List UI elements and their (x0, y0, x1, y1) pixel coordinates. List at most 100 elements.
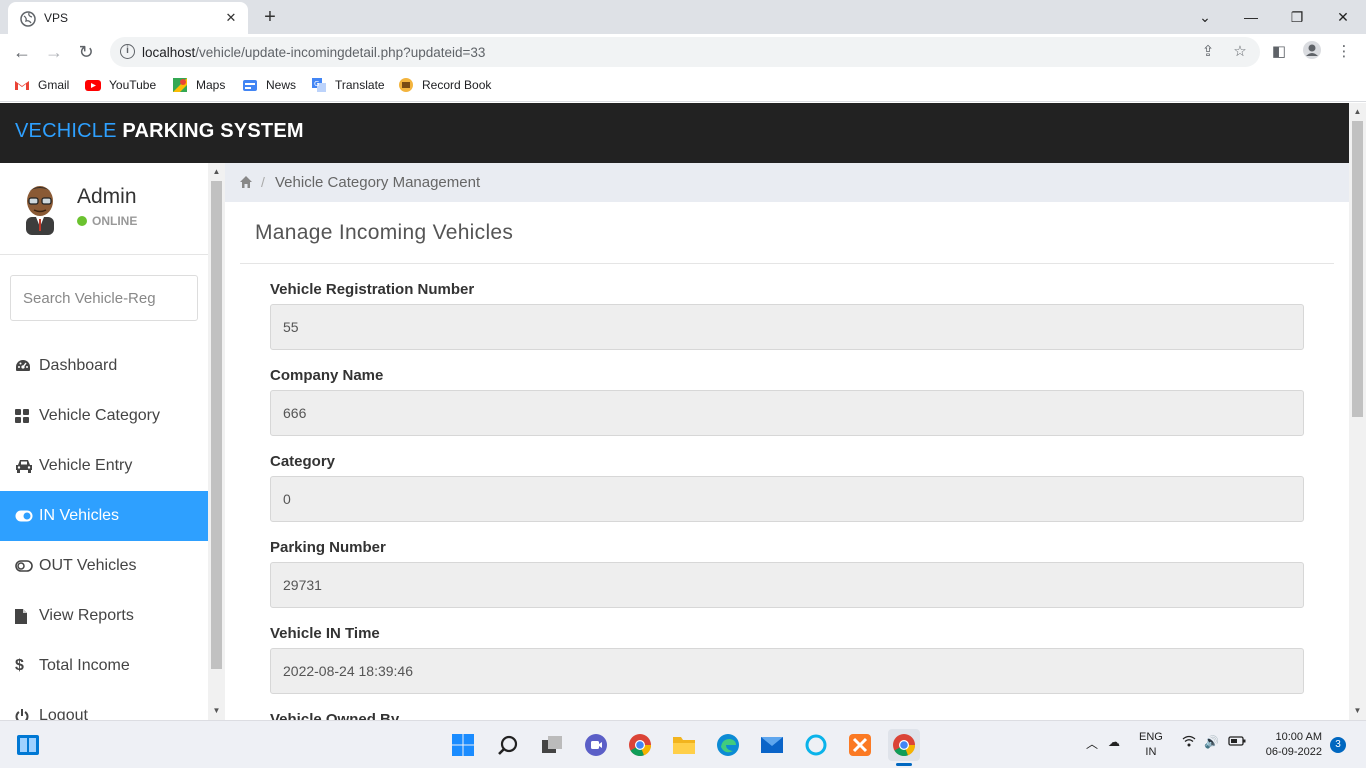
translate-icon: G (312, 78, 326, 92)
bookmark-news[interactable]: News (242, 77, 296, 93)
divider (240, 263, 1334, 264)
parking-number-field[interactable] (270, 562, 1304, 608)
toggle-on-icon (15, 510, 35, 522)
clock-date: 06-09-2022 (1265, 746, 1322, 758)
sidebar-item-view-reports[interactable]: View Reports (0, 591, 208, 641)
vehicle-in-time-field[interactable] (270, 648, 1304, 694)
search-icon[interactable] (492, 729, 524, 761)
bookmark-gmail[interactable]: Gmail (14, 77, 69, 93)
window-close-button[interactable]: ✕ (1320, 3, 1366, 31)
sidebar: Admin ONLINE Dashboard Vehicle Category … (0, 163, 208, 720)
power-icon (15, 709, 35, 720)
input-language[interactable]: ENG IN (1139, 730, 1163, 760)
bookmark-translate[interactable]: G Translate (311, 77, 385, 93)
sidebar-scrollbar-thumb[interactable] (211, 181, 222, 669)
side-panel-icon[interactable]: ◧ (1267, 40, 1291, 64)
url-text[interactable]: localhost/vehicle/update-incomingdetail.… (142, 45, 485, 60)
user-name: Admin (77, 185, 137, 208)
bookmark-star-icon[interactable]: ☆ (1230, 42, 1250, 62)
sidebar-item-out-vehicles[interactable]: OUT Vehicles (0, 541, 208, 591)
xampp-icon[interactable] (844, 729, 876, 761)
chrome-icon[interactable] (624, 729, 656, 761)
bookmark-maps[interactable]: Maps (172, 77, 225, 93)
category-field[interactable] (270, 476, 1304, 522)
show-hidden-icons-chevron-icon[interactable]: ︿ (1086, 735, 1098, 752)
menu-kebab-icon[interactable]: ⋮ (1332, 40, 1356, 64)
system-clock[interactable]: 10:00 AM 06-09-2022 (1258, 730, 1322, 760)
scroll-up-arrow-icon[interactable]: ▲ (1349, 105, 1366, 119)
teams-chat-icon[interactable] (580, 729, 612, 761)
main-content: / Vehicle Category Management Manage Inc… (225, 163, 1349, 720)
address-bar[interactable]: i localhost/vehicle/update-incomingdetai… (110, 37, 1260, 67)
profile-avatar-icon[interactable] (1300, 40, 1324, 64)
browser-tab[interactable]: VPS ✕ (8, 2, 248, 34)
app-title-rest: PARKING SYSTEM (116, 120, 304, 142)
page-scrollbar[interactable]: ▲ ▼ (1349, 103, 1366, 720)
sidebar-item-vehicle-entry[interactable]: Vehicle Entry (0, 441, 208, 491)
sidebar-item-label: Vehicle Category (39, 407, 160, 424)
app-title-accent: VECHICLE (15, 120, 117, 142)
breadcrumb-current: Vehicle Category Management (275, 174, 481, 191)
field-label-category: Category (270, 453, 336, 470)
field-label-company: Company Name (270, 367, 384, 384)
record-book-icon (399, 78, 413, 92)
volume-icon[interactable]: 🔊 (1204, 735, 1219, 749)
sidebar-item-logout[interactable]: Logout (0, 691, 208, 720)
cortana-icon[interactable] (800, 729, 832, 761)
field-label-owned-by: Vehicle Owned By (270, 711, 400, 720)
bookmark-youtube[interactable]: YouTube (85, 77, 156, 93)
scroll-down-arrow-icon[interactable]: ▼ (1349, 704, 1366, 718)
page-scrollbar-thumb[interactable] (1352, 121, 1363, 417)
sidebar-item-in-vehicles[interactable]: IN Vehicles (0, 491, 208, 541)
bookmark-label: Gmail (38, 78, 70, 92)
file-icon (15, 608, 35, 624)
restore-button[interactable]: ❐ (1274, 3, 1320, 31)
task-view-windows-icon[interactable] (536, 729, 568, 761)
bookmark-record-book[interactable]: Record Book (398, 77, 491, 93)
tab-search-chevron-icon[interactable]: ⌄ (1182, 3, 1228, 31)
toggle-off-icon (15, 560, 35, 572)
task-view-icon[interactable] (12, 729, 44, 761)
sidebar-item-vehicle-category[interactable]: Vehicle Category (0, 391, 208, 441)
sidebar-item-dashboard[interactable]: Dashboard (0, 341, 208, 391)
gmail-icon (15, 81, 29, 90)
mail-icon[interactable] (756, 729, 788, 761)
car-icon (15, 459, 35, 473)
home-icon[interactable] (239, 175, 253, 189)
bookmark-label: Maps (196, 78, 226, 92)
back-button[interactable]: ← (10, 40, 34, 64)
notification-badge[interactable]: 3 (1330, 737, 1346, 753)
maps-icon (173, 78, 187, 92)
battery-icon[interactable] (1228, 735, 1246, 750)
clock-time: 10:00 AM (1275, 731, 1322, 743)
scroll-up-arrow-icon[interactable]: ▲ (208, 165, 225, 179)
app-title[interactable]: VECHICLE PARKING SYSTEM (15, 120, 304, 143)
forward-button[interactable]: → (42, 40, 66, 64)
minimize-button[interactable]: — (1228, 3, 1274, 31)
file-explorer-icon[interactable] (668, 729, 700, 761)
onedrive-weather-icon[interactable]: ☁ (1108, 735, 1120, 749)
reload-button[interactable]: ↻ (74, 40, 98, 64)
wifi-icon[interactable] (1182, 735, 1196, 750)
search-vehicle-input[interactable] (10, 275, 198, 321)
sidebar-item-label: IN Vehicles (39, 507, 120, 524)
scroll-down-arrow-icon[interactable]: ▼ (208, 704, 225, 718)
share-icon[interactable]: ⇪ (1198, 42, 1218, 62)
bookmark-label: News (266, 78, 297, 92)
tab-title: VPS (44, 11, 69, 25)
windows-start-icon[interactable] (447, 729, 479, 761)
app-header: VECHICLE PARKING SYSTEM (0, 103, 1349, 163)
user-status: ONLINE (77, 214, 137, 228)
registration-number-field[interactable] (270, 304, 1304, 350)
company-name-field[interactable] (270, 390, 1304, 436)
field-label-parking-number: Parking Number (270, 539, 386, 556)
site-info-icon[interactable]: i (120, 44, 135, 59)
new-tab-button[interactable]: + (258, 5, 282, 29)
edge-icon[interactable] (712, 729, 744, 761)
chrome-active-icon[interactable] (888, 729, 920, 761)
sidebar-scrollbar[interactable]: ▲ ▼ (208, 163, 225, 720)
globe-icon (20, 11, 36, 27)
sidebar-item-label: Total Income (39, 657, 130, 674)
close-icon[interactable]: ✕ (220, 7, 242, 29)
sidebar-item-total-income[interactable]: $ Total Income (0, 641, 208, 691)
